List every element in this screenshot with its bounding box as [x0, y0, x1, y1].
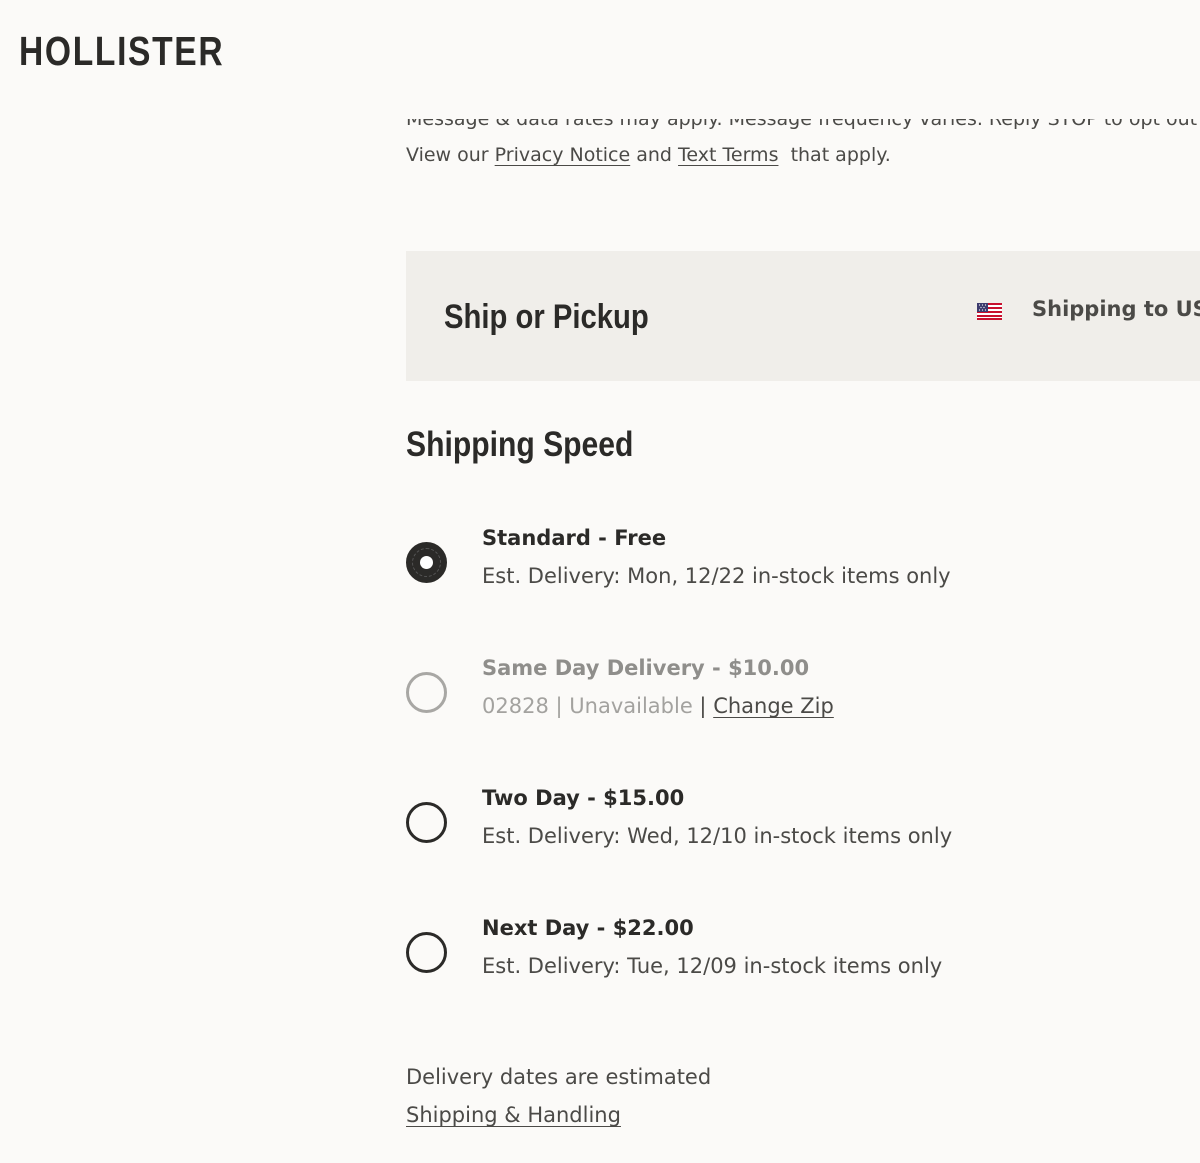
shipping-handling-link[interactable]: Shipping & Handling	[406, 1103, 621, 1127]
shipping-speed-title: Shipping Speed	[406, 425, 634, 464]
shipping-option-standard[interactable]: Standard - Free Est. Delivery: Mon, 12/2…	[406, 526, 1200, 622]
sms-disclaimer-text: Message & data rates may apply. Message …	[406, 108, 1200, 130]
shipping-country-selector[interactable]: Shipping to US	[1032, 297, 1200, 321]
checkout-shipping-section: Message & data rates may apply. Message …	[406, 0, 1200, 1163]
shipping-option-title: Same Day Delivery - $10.00	[482, 656, 810, 680]
us-flag-icon	[977, 303, 1002, 320]
shipping-option-next-day[interactable]: Next Day - $22.00 Est. Delivery: Tue, 12…	[406, 916, 1200, 1012]
sms-disclaimer-and: and	[636, 144, 672, 166]
radio-next-day[interactable]	[406, 932, 447, 973]
shipping-option-two-day[interactable]: Two Day - $15.00 Est. Delivery: Wed, 12/…	[406, 786, 1200, 882]
shipping-option-title: Standard - Free	[482, 526, 667, 550]
hollister-logo[interactable]: HOLLISTER	[19, 28, 224, 75]
shipping-handling-link-wrap: Shipping & Handling	[406, 1103, 621, 1127]
zip-code: 02828	[482, 694, 549, 718]
same-day-status: Unavailable	[569, 694, 693, 718]
shipping-option-same-day[interactable]: Same Day Delivery - $10.00 02828 | Unava…	[406, 656, 1200, 752]
radio-standard-selected[interactable]	[406, 542, 447, 583]
shipping-option-estimate: Est. Delivery: Mon, 12/22 in-stock items…	[482, 564, 951, 588]
ship-or-pickup-title: Ship or Pickup	[444, 298, 649, 336]
sms-disclaimer-prefix: View our	[406, 144, 489, 166]
sms-disclaimer-links: View our Privacy Notice and Text Terms t…	[406, 144, 891, 166]
delivery-dates-note: Delivery dates are estimated	[406, 1065, 712, 1089]
shipping-option-estimate: Est. Delivery: Wed, 12/10 in-stock items…	[482, 824, 953, 848]
sms-disclaimer-suffix: that apply.	[790, 144, 891, 166]
change-zip-link[interactable]: Change Zip	[713, 694, 834, 718]
ship-or-pickup-panel: Ship or Pickup Shipping to US	[406, 251, 1200, 381]
privacy-notice-link[interactable]: Privacy Notice	[495, 144, 631, 166]
change-zip-separator: |	[699, 694, 707, 718]
text-terms-link[interactable]: Text Terms	[678, 144, 778, 166]
shipping-option-title: Next Day - $22.00	[482, 916, 694, 940]
shipping-option-estimate: Est. Delivery: Tue, 12/09 in-stock items…	[482, 954, 943, 978]
radio-two-day[interactable]	[406, 802, 447, 843]
zip-separator: |	[555, 694, 563, 718]
shipping-option-title: Two Day - $15.00	[482, 786, 685, 810]
radio-same-day-disabled	[406, 672, 447, 713]
same-day-availability: 02828 | Unavailable | Change Zip	[482, 694, 834, 718]
